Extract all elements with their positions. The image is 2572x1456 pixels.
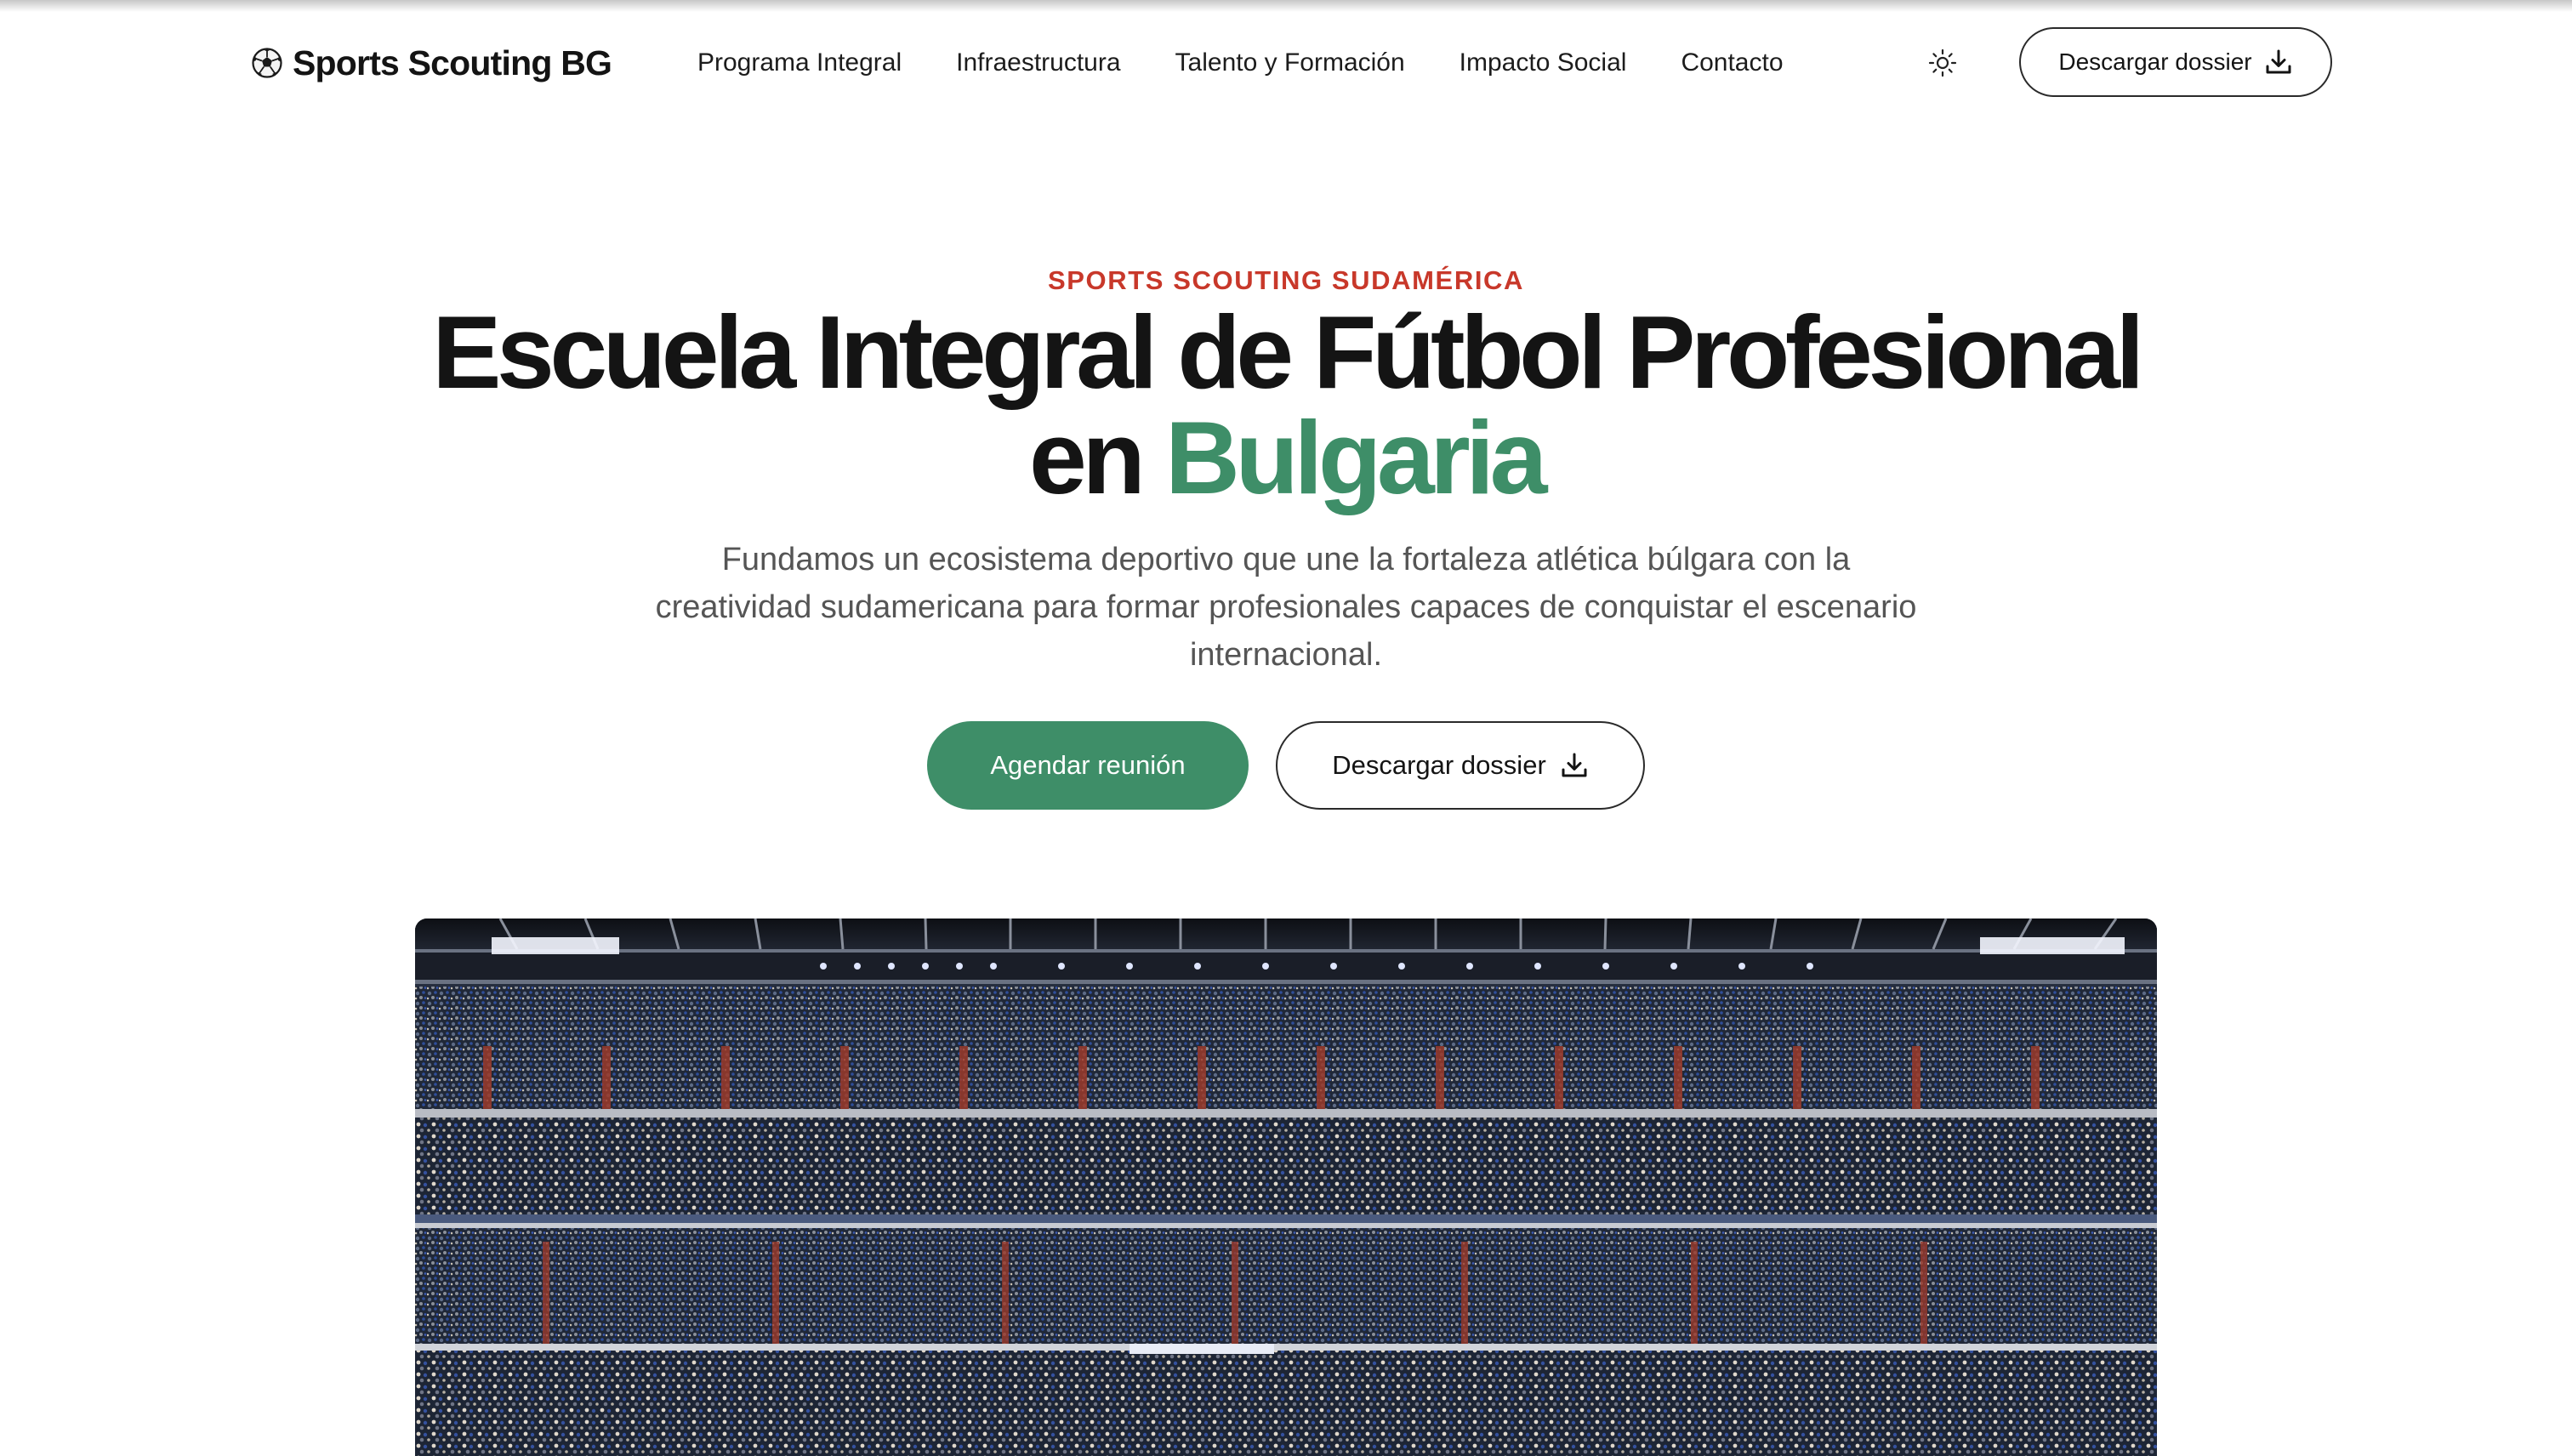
- hero-download-label: Descargar dossier: [1332, 750, 1546, 780]
- nav-programa-integral[interactable]: Programa Integral: [697, 48, 902, 77]
- hero-subtitle: Fundamos un ecosistema deportivo que une…: [655, 542, 1917, 673]
- logo[interactable]: Sports Scouting BG: [252, 39, 612, 87]
- nav-impacto-social[interactable]: Impacto Social: [1460, 48, 1627, 77]
- header-download-label: Descargar dossier: [2058, 48, 2252, 75]
- nav-contacto[interactable]: Contacto: [1681, 48, 1783, 77]
- nav-talento-formacion[interactable]: Talento y Formación: [1175, 48, 1405, 77]
- cta-row: Agendar reunión Descargar dossier: [927, 721, 1645, 810]
- nav-infraestructura[interactable]: Infraestructura: [956, 48, 1120, 77]
- soccer-ball-icon: [252, 48, 282, 78]
- download-icon: [1562, 753, 1587, 777]
- hero-title-accent: Bulgaria: [1164, 400, 1548, 515]
- schedule-meeting-button[interactable]: Agendar reunión: [927, 721, 1249, 810]
- stadium-photo: [415, 919, 2157, 1456]
- hero-eyebrow: SPORTS SCOUTING SUDAMÉRICA: [1047, 265, 1525, 295]
- hero-title: Escuela Integral de Fútbol Profesional e…: [0, 299, 2572, 510]
- site-header: Sports Scouting BG Programa Integral Inf…: [0, 0, 2572, 126]
- hero-title-prefix: en: [1029, 400, 1165, 515]
- logo-text: Sports Scouting BG: [293, 43, 612, 82]
- main-nav: Programa Integral Infraestructura Talent…: [697, 43, 1838, 83]
- sun-icon[interactable]: [1927, 48, 1958, 78]
- hero-title-line1: Escuela Integral de Fútbol Profesional: [432, 294, 2144, 410]
- header-download-button[interactable]: Descargar dossier: [2019, 27, 2332, 97]
- hero-download-button[interactable]: Descargar dossier: [1276, 721, 1645, 810]
- download-icon: [2266, 49, 2291, 74]
